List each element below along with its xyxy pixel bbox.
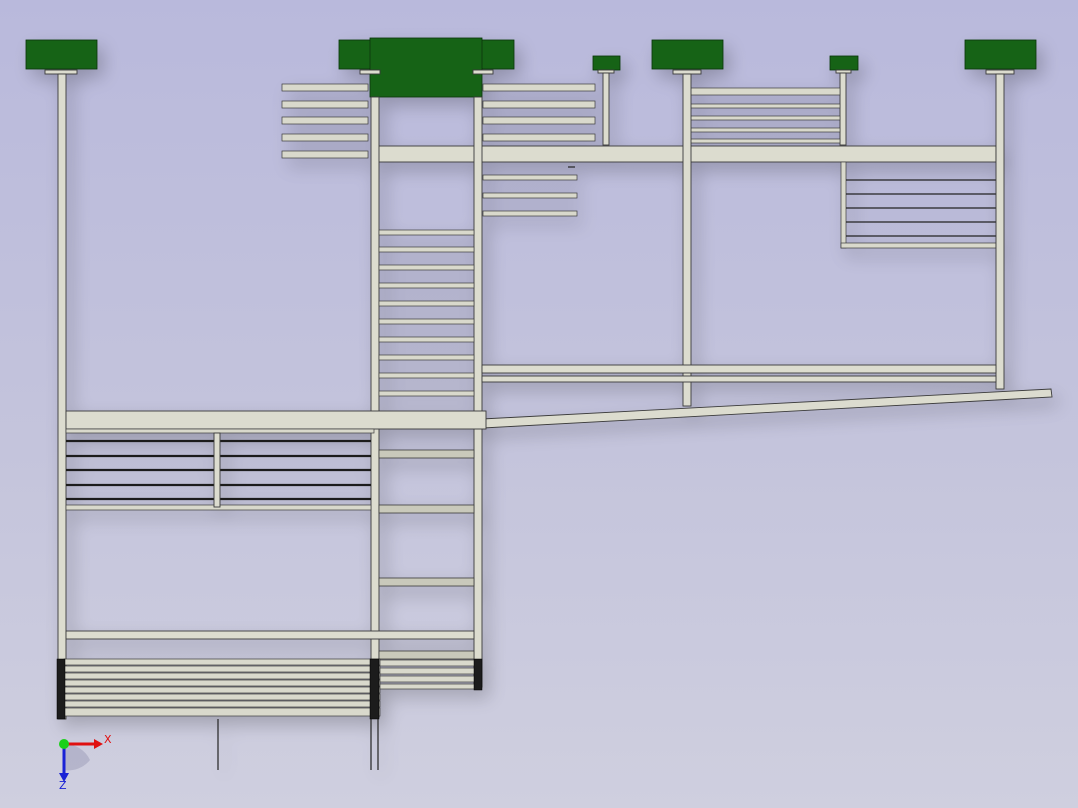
hanger-rod-1 bbox=[602, 72, 610, 146]
base-slat-1 bbox=[63, 658, 381, 666]
ladder-rung-10 bbox=[378, 390, 475, 397]
ladder-rung-9 bbox=[378, 372, 475, 379]
left-platform-deck bbox=[65, 410, 487, 430]
base-slat-6 bbox=[63, 693, 381, 701]
ladder-rung-3 bbox=[378, 264, 475, 271]
left-platform-trim bbox=[65, 428, 375, 434]
lower-slat-2 bbox=[482, 192, 578, 199]
base-slat-5 bbox=[63, 686, 381, 694]
step-slat-1 bbox=[379, 659, 477, 667]
ceiling-bracket-small-2 bbox=[829, 55, 859, 71]
bracket-plate-3 bbox=[472, 69, 494, 75]
left-slat-5 bbox=[281, 150, 369, 159]
x-axis-arrow bbox=[94, 739, 103, 749]
ceiling-bracket-small-1 bbox=[592, 55, 621, 71]
sloped-beam bbox=[481, 388, 1053, 429]
ceiling-bracket-center bbox=[369, 37, 483, 98]
cad-viewport[interactable]: X Z bbox=[0, 0, 1078, 808]
hanger-rod-2 bbox=[839, 72, 847, 146]
ladder-rail-left bbox=[370, 96, 380, 718]
column-left bbox=[57, 73, 67, 720]
structure-drawing bbox=[25, 37, 1053, 770]
base-slat-3 bbox=[63, 672, 381, 680]
bracket-plate-1 bbox=[44, 69, 78, 75]
mid-slat-2 bbox=[482, 100, 596, 109]
bracket-plate-7 bbox=[985, 69, 1015, 75]
triad-shadow bbox=[64, 743, 90, 771]
ladder-rail-right bbox=[473, 96, 483, 688]
base-slat-2 bbox=[63, 665, 381, 673]
z-axis-label: Z bbox=[59, 779, 67, 790]
bracket-plate-2 bbox=[359, 69, 381, 75]
left-rail-post bbox=[213, 432, 221, 508]
bracket-plate-5 bbox=[672, 69, 702, 75]
upper-rail-2 bbox=[689, 103, 841, 109]
upper-rail-3 bbox=[689, 115, 841, 121]
left-slat-3 bbox=[281, 116, 369, 125]
ladder-rung-4 bbox=[378, 282, 475, 289]
ladder-rung-2 bbox=[378, 246, 475, 253]
ladder-rung-6 bbox=[378, 318, 475, 325]
upper-rail-4 bbox=[689, 127, 841, 133]
ladder-tread-2 bbox=[378, 504, 475, 514]
mid-slat-3 bbox=[482, 116, 596, 125]
ladder-rung-8 bbox=[378, 354, 475, 361]
step-slat-2 bbox=[379, 667, 477, 675]
base-slat-8 bbox=[63, 707, 381, 717]
step-slat-4 bbox=[379, 683, 477, 690]
base-slat-7 bbox=[63, 700, 381, 708]
lower-slat-1 bbox=[482, 174, 578, 181]
ladder-tread-1 bbox=[378, 449, 475, 459]
end-cap-left bbox=[56, 658, 66, 720]
mid-beam-lower bbox=[481, 375, 997, 383]
mid-beam-upper bbox=[481, 364, 997, 374]
upper-rail-1 bbox=[689, 87, 841, 96]
end-cap-mid bbox=[369, 658, 380, 720]
column-middle bbox=[682, 73, 692, 407]
column-right bbox=[995, 73, 1005, 390]
ladder-tread-3 bbox=[378, 577, 475, 587]
lower-beam bbox=[65, 630, 475, 640]
step-slat-3 bbox=[379, 675, 477, 683]
ceiling-bracket-1 bbox=[25, 39, 98, 70]
base-slat-4 bbox=[63, 679, 381, 687]
ceiling-bracket-3 bbox=[651, 39, 724, 70]
ladder-rung-5 bbox=[378, 300, 475, 307]
left-slat-4 bbox=[281, 133, 369, 142]
end-cap-right bbox=[473, 658, 483, 691]
upper-rail-5 bbox=[689, 138, 841, 144]
lower-slat-3 bbox=[482, 210, 578, 217]
rack-post bbox=[840, 161, 847, 249]
mid-slat-1 bbox=[482, 83, 596, 92]
left-slat-2 bbox=[281, 100, 369, 109]
mid-slat-4 bbox=[482, 133, 596, 142]
ceiling-bracket-4 bbox=[964, 39, 1037, 70]
ladder-tread-4 bbox=[378, 650, 475, 660]
left-slat-1 bbox=[281, 83, 369, 92]
ladder-rung-1 bbox=[378, 229, 475, 236]
coordinate-triad: X Z bbox=[59, 733, 112, 790]
rack-bottom-bar bbox=[840, 242, 997, 249]
x-axis-label: X bbox=[104, 733, 112, 746]
ladder-rung-7 bbox=[378, 336, 475, 343]
triad-origin bbox=[59, 739, 69, 749]
